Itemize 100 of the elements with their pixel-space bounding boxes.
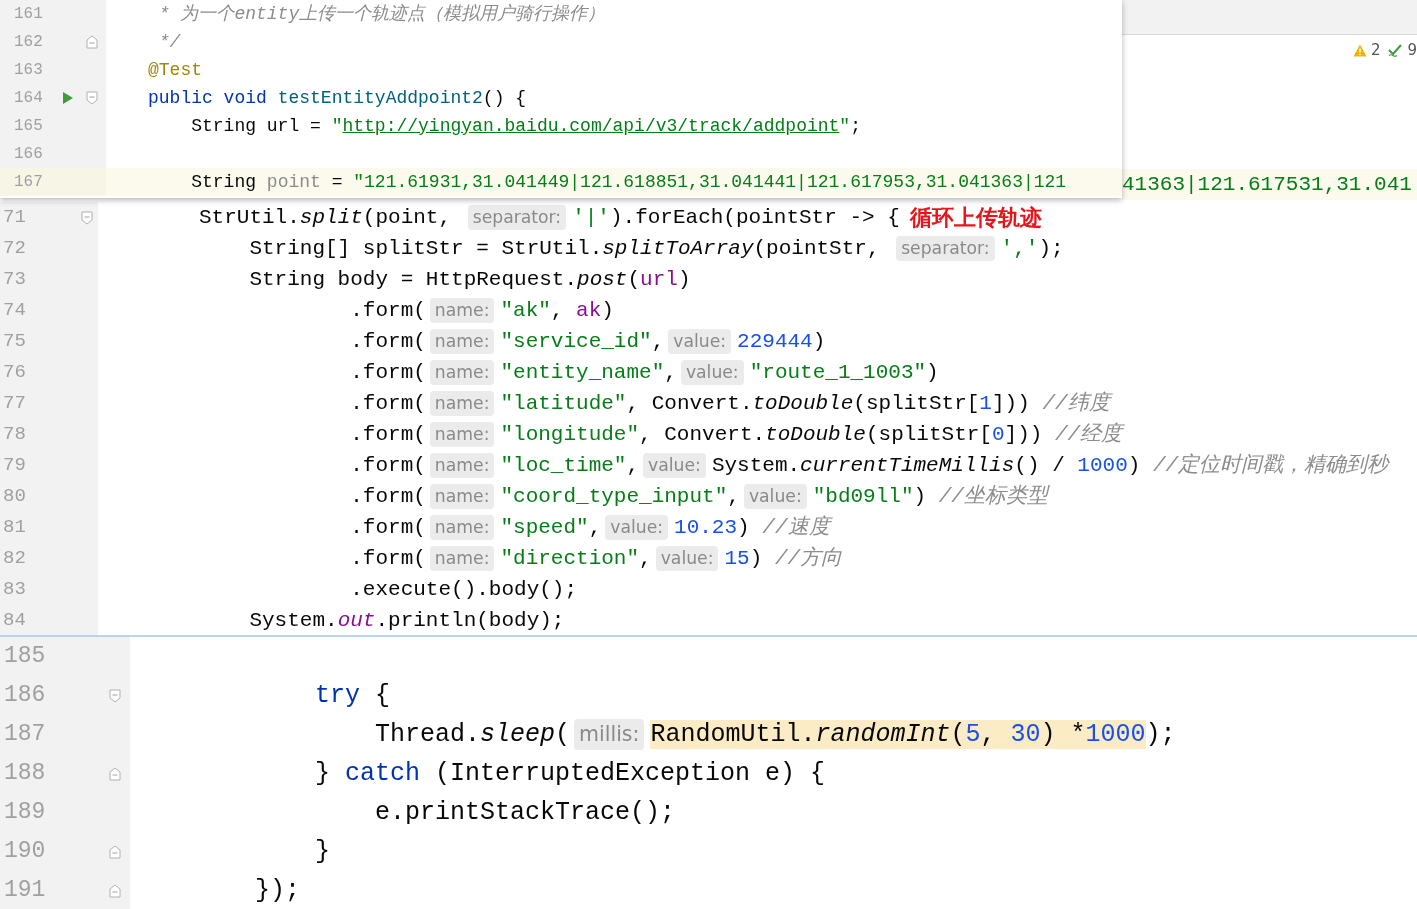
- code-text: .form(: [349, 390, 426, 417]
- code-text: ',');: [1000, 235, 1064, 262]
- line-number: 84: [2, 608, 27, 634]
- line-number: 82: [2, 546, 27, 572]
- parameter-hint: separator:: [467, 204, 567, 231]
- code-text: String body = HttpRequest.post(url): [248, 266, 691, 293]
- code-text: String url = "http://yingyan.baidu.com/api/v3/track/addpoint";: [190, 114, 861, 138]
- code-text: "ak", ak): [500, 297, 614, 324]
- line-number: 187: [3, 720, 47, 750]
- code-text: System.currentTimeMillis() / 1000) //定位时间戳，精确到秒: [711, 452, 1389, 479]
- code-text: .form(: [349, 514, 426, 541]
- code-text: System.out.println(body);: [248, 607, 565, 634]
- line-number: 163: [13, 60, 44, 81]
- line-number: 80: [2, 484, 27, 510]
- code-text: 41363|121.617531,31.041: [1122, 169, 1417, 200]
- line-number: 83: [2, 577, 27, 603]
- line-number: 186: [3, 681, 47, 711]
- parameter-hint: separator:: [896, 235, 995, 262]
- parameter-hint: name:: [429, 545, 495, 572]
- parameter-hint: name:: [429, 390, 495, 417]
- code-text: @Test: [148, 58, 202, 82]
- parameter-hint: value:: [643, 452, 706, 479]
- code-text: e.printStackTrace();: [374, 796, 676, 829]
- code-text: StrUtil.split(point,: [199, 204, 453, 231]
- warning-count: 2: [1370, 40, 1381, 61]
- line-number: 72: [2, 236, 27, 262]
- line-number: 79: [2, 453, 27, 479]
- code-text: RandomUtil.randomInt(5, 30) *1000);: [650, 718, 1176, 751]
- code-text: "direction",: [500, 545, 652, 572]
- parameter-hint: name:: [429, 421, 495, 448]
- code-text: .execute().body();: [349, 576, 578, 603]
- line-number: 166: [13, 144, 44, 165]
- line-number: 71: [2, 205, 27, 231]
- code-text: String[] splitStr = StrUtil.splitToArray(pointStr,: [248, 235, 881, 262]
- code-text: } catch (InterruptedException e) {: [314, 757, 826, 790]
- code-text: "coord_type_input",: [500, 483, 740, 510]
- line-number: 77: [2, 391, 27, 417]
- parameter-hint: value:: [668, 328, 732, 355]
- annotation-note: 循环上传轨迹: [909, 204, 1042, 232]
- line-number: 189: [3, 798, 47, 828]
- fold-icon[interactable]: [109, 883, 121, 898]
- parameter-hint: value:: [743, 483, 807, 510]
- fold-icon[interactable]: [86, 91, 98, 105]
- line-number: 165: [13, 116, 44, 137]
- fold-icon[interactable]: [109, 766, 121, 781]
- line-number: 167: [13, 172, 44, 193]
- code-text: "bd09ll") //坐标类型: [812, 483, 1048, 510]
- code-text: "service_id",: [500, 328, 665, 355]
- warning-icon: [1352, 43, 1367, 57]
- parameter-hint: value:: [605, 514, 669, 541]
- run-icon[interactable]: [62, 91, 74, 105]
- parameter-hint: name:: [429, 452, 495, 479]
- code-text: * 为一个entity上传一个轨迹点（模拟用户骑行操作）: [157, 2, 606, 26]
- parameter-hint: millis:: [574, 719, 645, 750]
- code-text: "loc_time",: [500, 452, 640, 479]
- parameter-hint: value:: [680, 359, 744, 386]
- code-text: 15) //方向: [724, 545, 843, 572]
- line-number: 76: [2, 360, 27, 386]
- fold-icon[interactable]: [109, 844, 121, 859]
- code-text: .form(: [349, 545, 426, 572]
- line-number: 75: [2, 329, 27, 355]
- code-text: .form(: [349, 359, 426, 386]
- code-text: "longitude", Convert.toDouble(splitStr[0])) //经度: [500, 421, 1123, 448]
- code-text: '|').forEach(pointStr -> {: [572, 204, 900, 231]
- fold-icon[interactable]: [81, 210, 93, 225]
- code-text: 229444): [737, 328, 826, 355]
- line-number: 74: [2, 298, 27, 324]
- code-text: "speed",: [500, 514, 602, 541]
- line-number: 164: [13, 88, 44, 109]
- code-text: .form(: [349, 421, 426, 448]
- line-number: 188: [3, 759, 47, 789]
- parameter-hint: name:: [429, 483, 495, 510]
- code-text: }: [314, 835, 330, 868]
- parameter-hint: value:: [655, 545, 719, 572]
- code-text: try {: [314, 679, 391, 712]
- fold-icon[interactable]: [86, 35, 98, 49]
- check-count: 9: [1407, 40, 1417, 61]
- code-text: Thread.sleep(: [374, 718, 571, 751]
- parameter-hint: name:: [429, 359, 495, 386]
- line-number: 191: [3, 876, 47, 906]
- line-number: 81: [2, 515, 27, 541]
- code-text: .form(: [349, 328, 426, 355]
- code-text: String point = "121.61931,31.041449|121.618851,31.041441|121.617953,31.041363|121: [190, 170, 1067, 194]
- line-number: 162: [13, 32, 44, 53]
- check-icon: [1388, 43, 1404, 57]
- fold-icon[interactable]: [109, 688, 121, 703]
- line-number: 78: [2, 422, 27, 448]
- parameter-hint: name:: [429, 328, 495, 355]
- parameter-hint: name:: [429, 514, 495, 541]
- code-text: .form(: [349, 297, 426, 324]
- code-text: });: [255, 874, 300, 907]
- line-number: 185: [3, 642, 47, 672]
- code-text: .form(: [349, 483, 426, 510]
- line-number: 190: [3, 837, 47, 867]
- code-text: "entity_name",: [500, 359, 677, 386]
- code-text: .form(: [349, 452, 426, 479]
- code-text: public void testEntityAddpoint2() {: [148, 86, 527, 110]
- line-number: 161: [13, 4, 44, 25]
- parameter-hint: name:: [429, 297, 495, 324]
- code-text: */: [157, 30, 181, 54]
